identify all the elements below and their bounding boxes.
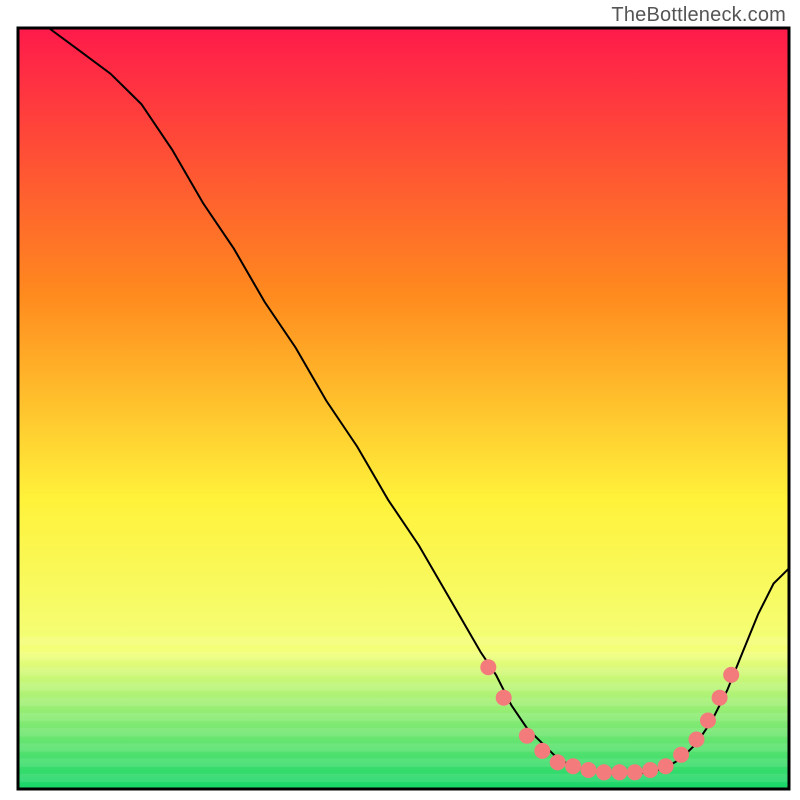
highlight-dot: [712, 690, 728, 706]
highlight-dot: [550, 754, 566, 770]
highlight-dot: [534, 743, 550, 759]
highlight-dot: [658, 758, 674, 774]
highlight-dot: [627, 764, 643, 780]
highlight-dot: [642, 762, 658, 778]
bottom-band: [18, 774, 789, 782]
highlight-dot: [673, 747, 689, 763]
bottleneck-chart: [0, 0, 800, 800]
watermark-text: TheBottleneck.com: [611, 4, 786, 27]
highlight-dot: [723, 667, 739, 683]
bottom-band: [18, 743, 789, 751]
highlight-dot: [496, 690, 512, 706]
chart-container: TheBottleneck.com: [0, 0, 800, 800]
highlight-dot: [611, 764, 627, 780]
highlight-dot: [581, 762, 597, 778]
highlight-dot: [565, 758, 581, 774]
bottom-band: [18, 698, 789, 706]
bottom-band: [18, 713, 789, 721]
highlight-dot: [689, 732, 705, 748]
bottom-band: [18, 637, 789, 645]
highlight-dot: [700, 713, 716, 729]
bottom-band: [18, 667, 789, 675]
highlight-dot: [519, 728, 535, 744]
highlight-dot: [480, 659, 496, 675]
highlight-dot: [596, 764, 612, 780]
bottom-band: [18, 652, 789, 660]
bottom-band: [18, 682, 789, 690]
bottom-band: [18, 728, 789, 736]
